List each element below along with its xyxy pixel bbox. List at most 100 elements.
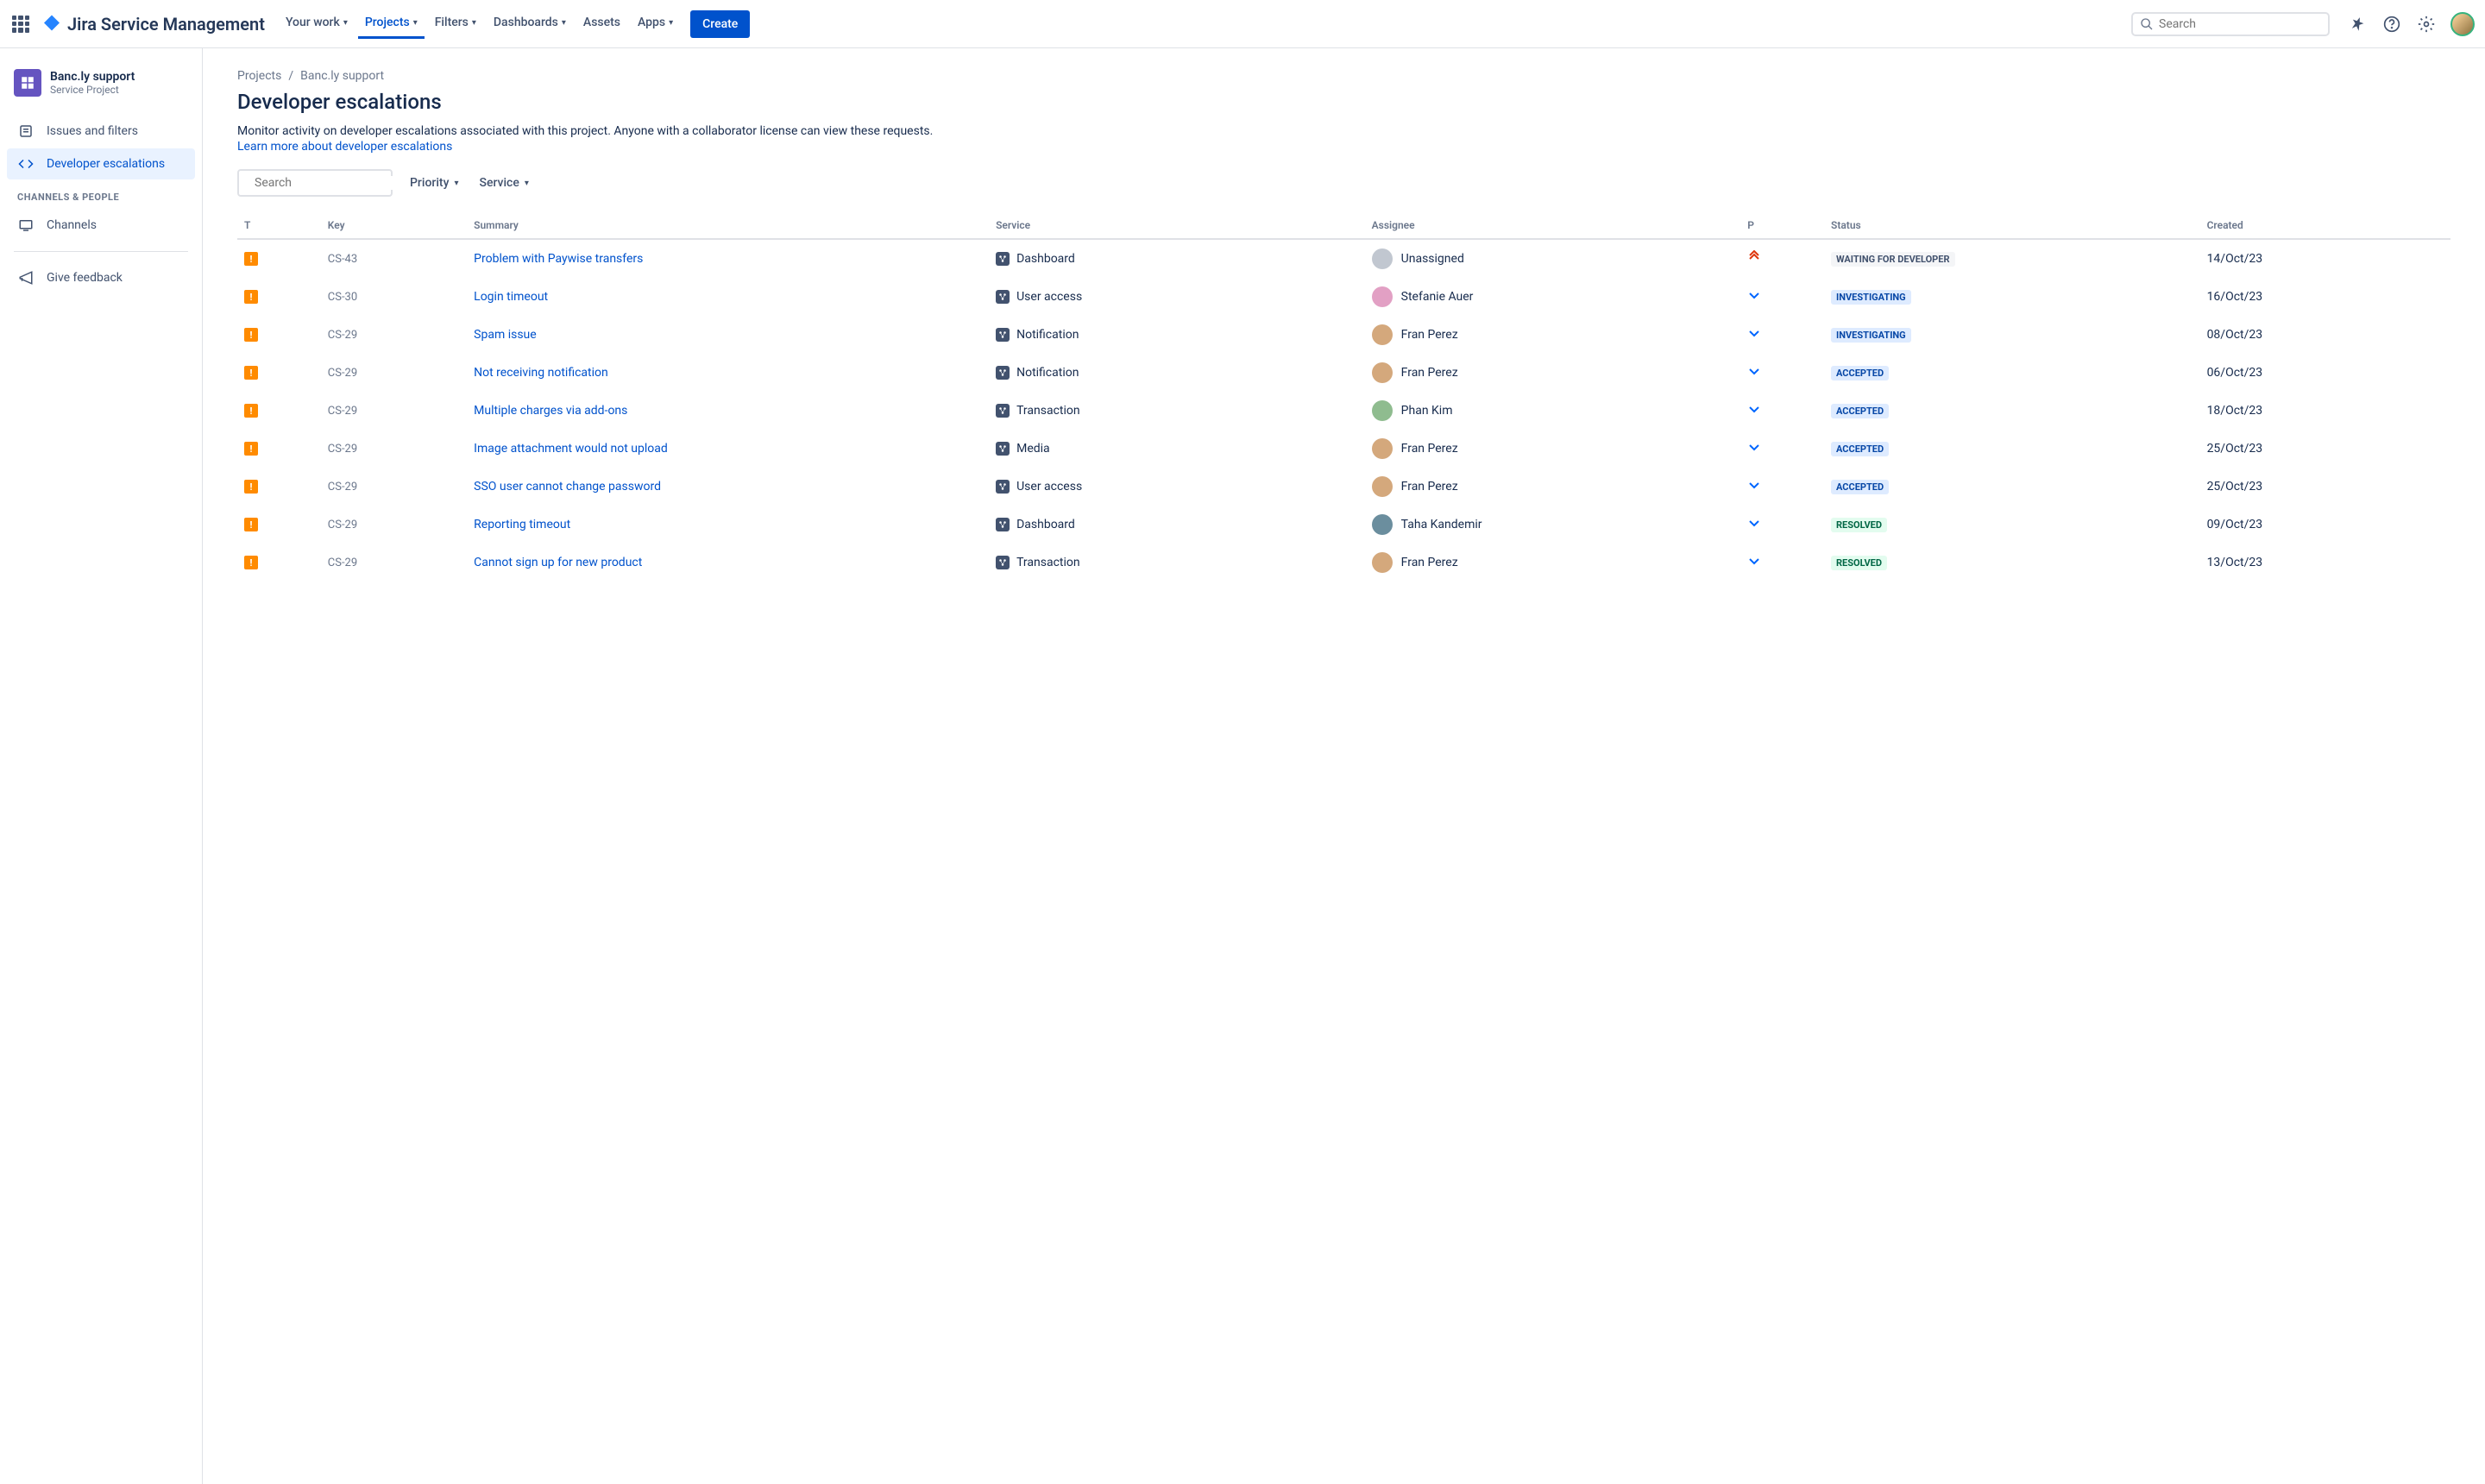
issue-key[interactable]: CS-30: [321, 278, 467, 316]
sidebar-item-channels[interactable]: Channels: [7, 210, 195, 241]
assignee-name: Phan Kim: [1401, 404, 1453, 418]
filter-priority[interactable]: Priority ▾: [406, 171, 462, 195]
code-icon: [17, 155, 35, 173]
main-content: Projects / Banc.ly support Developer esc…: [203, 48, 2485, 1484]
issue-key[interactable]: CS-29: [321, 430, 467, 468]
issue-summary-link[interactable]: Multiple charges via add-ons: [474, 404, 627, 418]
issue-type-icon: !: [244, 556, 258, 569]
nav-dashboards[interactable]: Dashboards▾: [487, 9, 573, 39]
project-header[interactable]: Banc.ly support Service Project: [7, 69, 195, 114]
product-logo[interactable]: Jira Service Management: [41, 14, 265, 35]
breadcrumb-project-name[interactable]: Banc.ly support: [300, 69, 384, 83]
filter-search-input[interactable]: [255, 176, 408, 190]
help-icon[interactable]: [2381, 14, 2402, 35]
topnav: Your work▾Projects▾Filters▾Dashboards▾As…: [279, 9, 680, 39]
assignee-avatar[interactable]: [1372, 514, 1393, 535]
status-badge[interactable]: ACCEPTED: [1831, 404, 1889, 418]
th-key[interactable]: Key: [321, 212, 467, 239]
issue-summary-link[interactable]: Image attachment would not upload: [474, 442, 668, 456]
issue-summary-link[interactable]: Login timeout: [474, 290, 548, 304]
th-created[interactable]: Created: [2200, 212, 2450, 239]
assignee-name: Fran Perez: [1401, 328, 1458, 342]
issue-key[interactable]: CS-29: [321, 316, 467, 354]
assignee-avatar[interactable]: [1372, 552, 1393, 573]
th-assignee[interactable]: Assignee: [1365, 212, 1741, 239]
created-date: 16/Oct/23: [2200, 278, 2450, 316]
status-badge[interactable]: ACCEPTED: [1831, 442, 1889, 456]
table-row: ! CS-29 Cannot sign up for new product T…: [237, 544, 2450, 582]
table-row: ! CS-30 Login timeout User access Stefan…: [237, 278, 2450, 316]
issue-summary-link[interactable]: Reporting timeout: [474, 518, 570, 531]
issue-key[interactable]: CS-43: [321, 239, 467, 278]
status-badge[interactable]: WAITING FOR DEVELOPER: [1831, 252, 1955, 267]
assignee-avatar[interactable]: [1372, 476, 1393, 497]
assignee-avatar[interactable]: [1372, 286, 1393, 307]
search-icon: [2140, 17, 2154, 31]
assignee-avatar[interactable]: [1372, 324, 1393, 345]
sidebar-item-developer-escalations[interactable]: Developer escalations: [7, 148, 195, 179]
sidebar-item-issues-and-filters[interactable]: Issues and filters: [7, 116, 195, 147]
issue-type-icon: !: [244, 404, 258, 418]
issue-key[interactable]: CS-29: [321, 544, 467, 582]
table-row: ! CS-29 Reporting timeout Dashboard Taha…: [237, 506, 2450, 544]
project-type: Service Project: [50, 84, 135, 96]
assignee-avatar[interactable]: [1372, 362, 1393, 383]
nav-your-work[interactable]: Your work▾: [279, 9, 355, 39]
filter-search[interactable]: [237, 169, 393, 197]
status-badge[interactable]: ACCEPTED: [1831, 366, 1889, 380]
settings-icon[interactable]: [2416, 14, 2437, 35]
nav-apps[interactable]: Apps▾: [631, 9, 680, 39]
app-switcher-icon[interactable]: [10, 14, 31, 35]
create-button[interactable]: Create: [690, 10, 750, 38]
th-summary[interactable]: Summary: [467, 212, 989, 239]
status-badge[interactable]: INVESTIGATING: [1831, 328, 1911, 343]
issue-type-icon: !: [244, 366, 258, 380]
product-name: Jira Service Management: [67, 14, 265, 35]
assignee-avatar[interactable]: [1372, 400, 1393, 421]
issue-summary-link[interactable]: Spam issue: [474, 328, 537, 342]
status-badge[interactable]: INVESTIGATING: [1831, 290, 1911, 305]
assignee-name: Fran Perez: [1401, 480, 1458, 494]
issue-summary-link[interactable]: SSO user cannot change password: [474, 480, 661, 494]
sidebar-item-label: Developer escalations: [47, 157, 165, 171]
nav-assets[interactable]: Assets: [576, 9, 627, 39]
notifications-icon[interactable]: [2347, 14, 2368, 35]
service-name: User access: [1016, 290, 1082, 304]
issue-summary-link[interactable]: Cannot sign up for new product: [474, 556, 642, 569]
filter-service[interactable]: Service ▾: [475, 171, 532, 195]
status-badge[interactable]: RESOLVED: [1831, 518, 1887, 532]
issue-key[interactable]: CS-29: [321, 468, 467, 506]
assignee-avatar[interactable]: [1372, 248, 1393, 269]
nav-projects[interactable]: Projects▾: [358, 9, 425, 39]
global-search[interactable]: [2131, 12, 2330, 36]
sidebar-item-label: Channels: [47, 218, 97, 232]
th-status[interactable]: Status: [1824, 212, 2200, 239]
created-date: 13/Oct/23: [2200, 544, 2450, 582]
created-date: 18/Oct/23: [2200, 392, 2450, 430]
th-type[interactable]: T: [237, 212, 321, 239]
issue-type-icon: !: [244, 252, 258, 266]
learn-more-link[interactable]: Learn more about developer escalations: [237, 140, 452, 154]
issue-type-icon: !: [244, 442, 258, 456]
user-avatar[interactable]: [2450, 12, 2475, 36]
assignee-avatar[interactable]: [1372, 438, 1393, 459]
issue-key[interactable]: CS-29: [321, 392, 467, 430]
priority-icon: [1740, 468, 1824, 506]
th-priority[interactable]: P: [1740, 212, 1824, 239]
status-badge[interactable]: RESOLVED: [1831, 556, 1887, 570]
sidebar-item-feedback[interactable]: Give feedback: [7, 262, 195, 293]
service-name: Dashboard: [1016, 518, 1075, 531]
issue-summary-link[interactable]: Problem with Paywise transfers: [474, 252, 643, 266]
megaphone-icon: [17, 269, 35, 286]
global-search-input[interactable]: [2159, 17, 2321, 31]
issue-key[interactable]: CS-29: [321, 506, 467, 544]
status-badge[interactable]: ACCEPTED: [1831, 480, 1889, 494]
chevron-down-icon: ▾: [562, 18, 566, 28]
service-icon: [996, 290, 1010, 304]
breadcrumb-projects[interactable]: Projects: [237, 69, 281, 83]
th-service[interactable]: Service: [989, 212, 1365, 239]
nav-filters[interactable]: Filters▾: [428, 9, 483, 39]
issue-summary-link[interactable]: Not receiving notification: [474, 366, 608, 380]
priority-icon: [1740, 392, 1824, 430]
issue-key[interactable]: CS-29: [321, 354, 467, 392]
